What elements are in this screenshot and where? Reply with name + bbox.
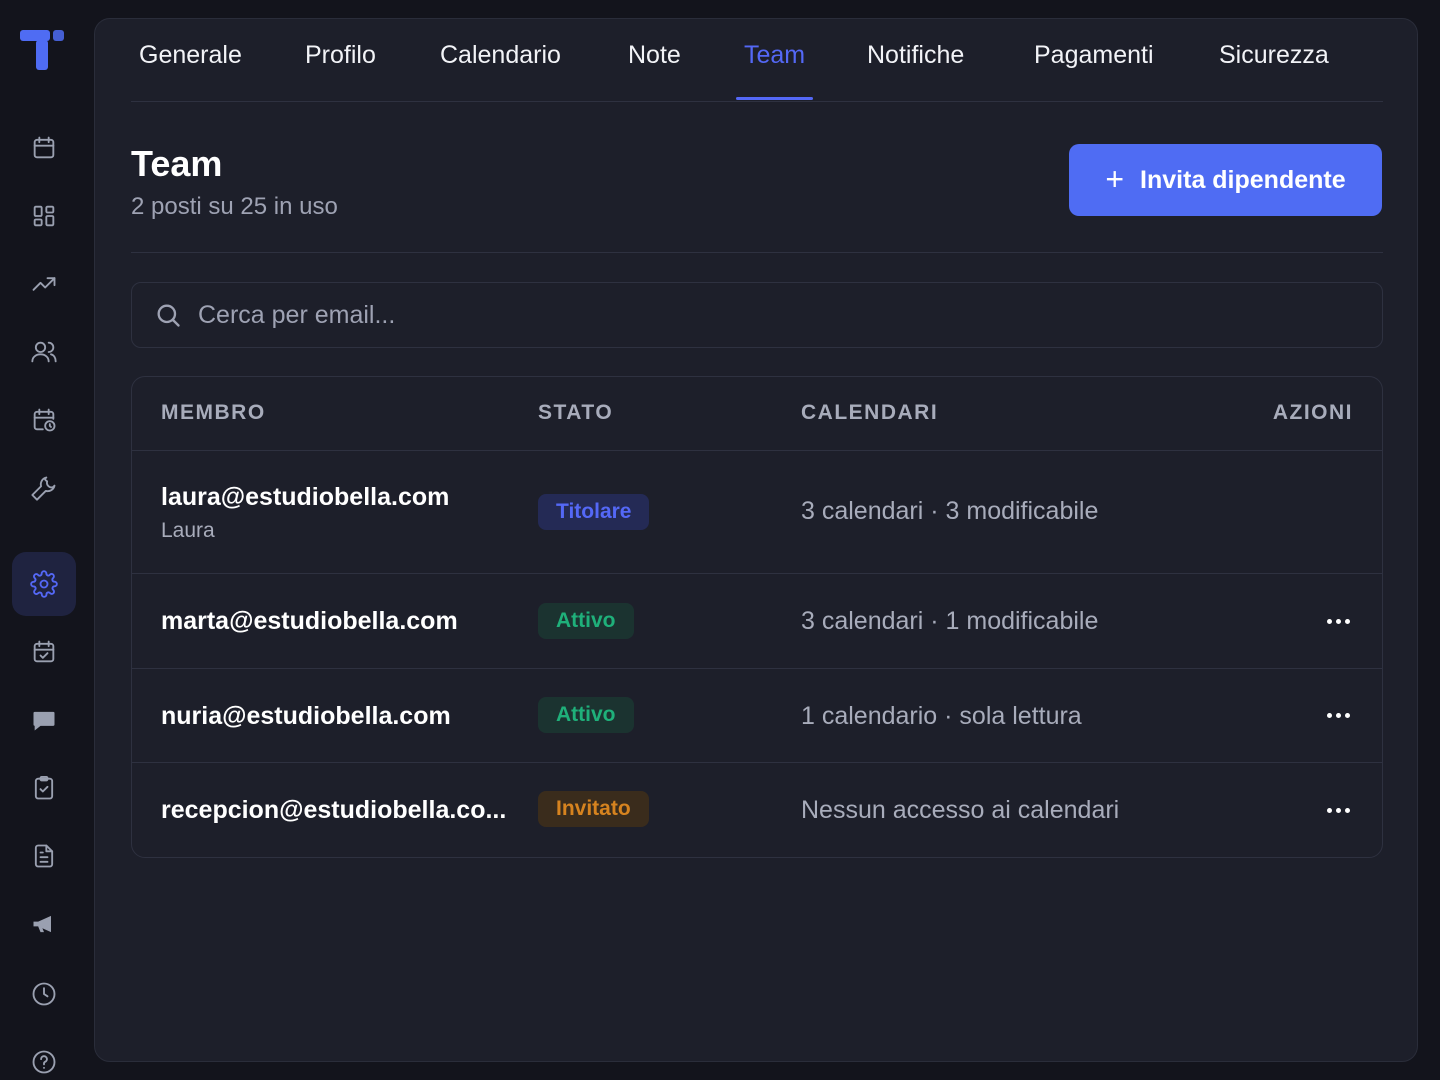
trending-icon[interactable] [12,252,76,316]
more-actions-icon[interactable] [1320,798,1356,822]
tab-team[interactable]: Team [735,41,814,101]
calendar-access: 3 calendari · 3 modificabile [801,497,1099,525]
tab-generale[interactable]: Generale [139,41,242,101]
more-actions-icon[interactable] [1320,703,1356,727]
status-badge: Invitato [538,791,649,827]
tab-notifiche[interactable]: Notifiche [867,41,964,101]
search-icon [157,304,180,327]
table-row[interactable]: laura@estudiobella.com Laura Titolare 3 … [132,451,1382,574]
tab-note[interactable]: Note [628,41,681,101]
settings-panel: Generale Profilo Calendario Note Team No… [94,18,1418,1062]
clipboard-check-icon[interactable] [12,756,76,820]
dashboard-icon[interactable] [12,184,76,248]
divider [131,252,1383,253]
chat-icon[interactable] [12,688,76,752]
table-header: MEMBRO STATO CALENDARI AZIONI [132,377,1382,451]
users-icon[interactable] [12,320,76,384]
app-logo[interactable] [20,30,66,72]
invite-employee-button[interactable]: + Invita dipendente [1069,144,1382,216]
calendar-icon[interactable] [12,116,76,180]
settings-icon[interactable] [12,552,76,616]
status-badge: Titolare [538,494,650,530]
table-row[interactable]: marta@estudiobella.com Attivo 3 calendar… [132,574,1382,669]
calendar-access: Nessun accesso ai calendari [801,796,1120,824]
settings-tabs: Generale Profilo Calendario Note Team No… [131,19,1383,102]
calendar-access: 1 calendario · sola lettura [801,702,1082,730]
status-badge: Attivo [538,603,634,639]
search-bar [131,282,1383,348]
header-actions: AZIONI [1272,401,1353,424]
seats-usage: 2 posti su 25 in uso [131,193,338,220]
table-row[interactable]: nuria@estudiobella.com Attivo 1 calendar… [132,669,1382,763]
invite-button-label: Invita dipendente [1140,165,1346,194]
calendar-access: 3 calendari · 1 modificabile [801,607,1099,635]
member-name: Laura [161,519,215,542]
member-email: nuria@estudiobella.com [161,702,451,730]
team-table: MEMBRO STATO CALENDARI AZIONI laura@estu… [131,376,1383,858]
wrench-icon[interactable] [12,456,76,520]
header-member: MEMBRO [161,401,266,424]
more-actions-icon[interactable] [1320,609,1356,633]
tab-profilo[interactable]: Profilo [305,41,376,101]
tab-calendario[interactable]: Calendario [440,41,561,101]
member-email: recepcion@estudiobella.co... [161,796,507,824]
calendar-clock-icon[interactable] [12,388,76,452]
header-status: STATO [538,401,614,424]
table-row[interactable]: recepcion@estudiobella.co... Invitato Ne… [132,763,1382,857]
document-icon[interactable] [12,824,76,888]
tab-sicurezza[interactable]: Sicurezza [1219,41,1329,101]
sidebar [0,0,86,1080]
status-badge: Attivo [538,697,634,733]
member-email: laura@estudiobella.com [161,483,450,511]
calendar-check-icon[interactable] [12,620,76,684]
member-email: marta@estudiobella.com [161,607,458,635]
help-icon[interactable] [12,1030,76,1080]
plus-icon: + [1105,160,1125,197]
page-title: Team [131,143,223,184]
tab-pagamenti[interactable]: Pagamenti [1034,41,1154,101]
clock-icon[interactable] [12,962,76,1026]
megaphone-icon[interactable] [12,892,76,956]
search-input[interactable] [198,300,1298,330]
header-calendars: CALENDARI [801,401,939,424]
